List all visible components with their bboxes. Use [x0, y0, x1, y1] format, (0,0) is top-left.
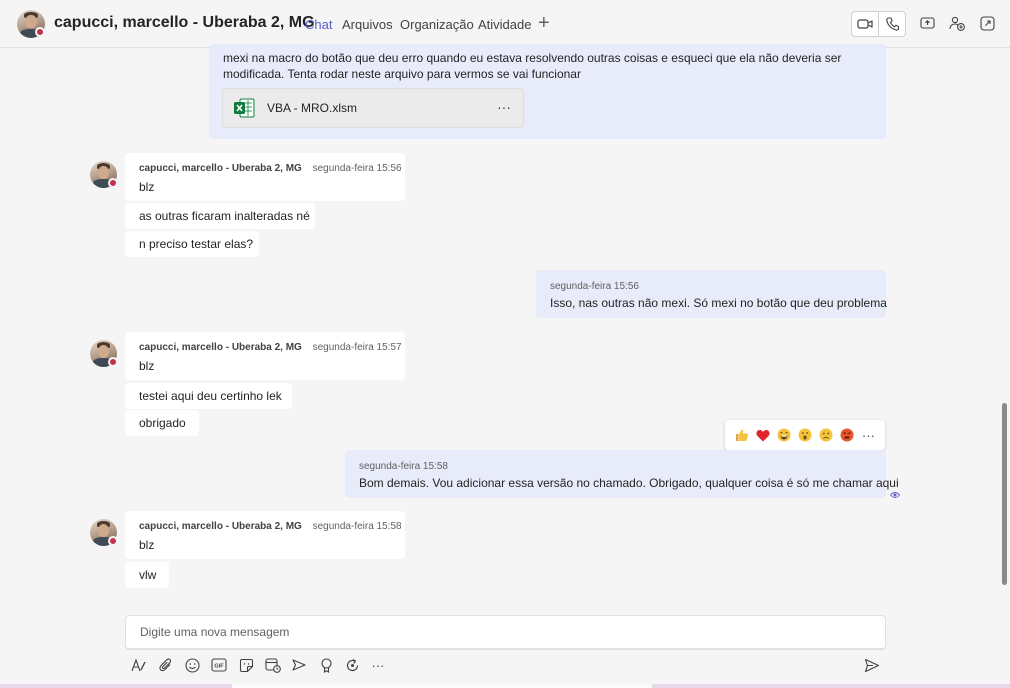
- presence-busy-icon: [35, 27, 45, 37]
- stream-icon[interactable]: [290, 656, 308, 674]
- message-text: blz: [139, 538, 155, 552]
- message-time: segunda-feira 15:57: [312, 342, 402, 353]
- message-text: obrigado: [139, 416, 186, 430]
- format-icon[interactable]: [130, 656, 148, 674]
- incoming-message[interactable]: capucci, marcello - Uberaba 2, MG segund…: [125, 511, 405, 559]
- more-options-icon[interactable]: ···: [860, 427, 876, 443]
- message-meta: capucci, marcello - Uberaba 2, MG segund…: [139, 163, 402, 174]
- outgoing-message[interactable]: segunda-feira 15:56 Isso, nas outras não…: [536, 270, 887, 318]
- loop-icon[interactable]: [343, 656, 361, 674]
- svg-text:GIF: GIF: [214, 664, 224, 670]
- message-text: Bom demais. Vou adicionar essa versão no…: [359, 476, 899, 490]
- presence-busy-icon: [108, 357, 118, 367]
- audio-call-icon[interactable]: [878, 12, 905, 36]
- gif-icon[interactable]: GIF: [210, 656, 228, 674]
- heart-icon[interactable]: [755, 427, 771, 443]
- surprised-icon[interactable]: [797, 427, 813, 443]
- sad-icon[interactable]: [818, 427, 834, 443]
- presence-busy-icon: [108, 536, 118, 546]
- tab-chat[interactable]: Chat: [305, 17, 332, 32]
- send-icon[interactable]: [863, 656, 881, 674]
- sender-name: capucci, marcello - Uberaba 2, MG: [139, 163, 302, 174]
- message-text: testei aqui deu certinho lek: [139, 389, 282, 403]
- share-screen-icon[interactable]: [918, 14, 936, 32]
- emoji-icon[interactable]: [183, 656, 201, 674]
- incoming-message[interactable]: capucci, marcello - Uberaba 2, MG segund…: [125, 332, 405, 380]
- incoming-message[interactable]: n preciso testar elas?: [125, 231, 259, 257]
- incoming-message[interactable]: testei aqui deu certinho lek: [125, 383, 292, 409]
- seen-eye-icon: [889, 486, 901, 498]
- tab-organizacao[interactable]: Organização: [400, 17, 474, 32]
- message-meta: capucci, marcello - Uberaba 2, MG segund…: [139, 342, 402, 353]
- message-text: modificada. Tenta rodar neste arquivo pa…: [223, 67, 581, 81]
- bottom-edge: [0, 684, 1010, 688]
- message-composer: [125, 615, 886, 650]
- plus-icon[interactable]: +: [538, 12, 550, 35]
- attach-icon[interactable]: [157, 656, 175, 674]
- message-text: vlw: [139, 568, 157, 582]
- call-button-group: [851, 11, 906, 37]
- message-text: as outras ficaram inalteradas né: [139, 209, 310, 223]
- video-call-icon[interactable]: [852, 12, 878, 36]
- file-attachment[interactable]: VBA - MRO.xlsm ···: [222, 88, 524, 128]
- praise-icon[interactable]: [317, 656, 335, 674]
- sender-name: capucci, marcello - Uberaba 2, MG: [139, 342, 302, 353]
- message-time: segunda-feira 15:58: [312, 521, 402, 532]
- file-name: VBA - MRO.xlsm: [267, 101, 358, 115]
- message-meta: capucci, marcello - Uberaba 2, MG segund…: [139, 521, 402, 532]
- pop-out-icon[interactable]: [978, 14, 996, 32]
- message-text: n preciso testar elas?: [139, 237, 254, 251]
- add-people-icon[interactable]: [948, 14, 966, 32]
- laugh-icon[interactable]: [776, 427, 792, 443]
- incoming-message[interactable]: capucci, marcello - Uberaba 2, MG segund…: [125, 153, 405, 201]
- sticker-icon[interactable]: [237, 656, 255, 674]
- message-time: segunda-feira 15:58: [359, 461, 448, 472]
- message-text: blz: [139, 180, 155, 194]
- reaction-bar: ···: [725, 420, 885, 450]
- message-text: mexi na macro do botão que deu erro quan…: [223, 51, 842, 65]
- tab-arquivos[interactable]: Arquivos: [342, 17, 393, 32]
- chat-header: capucci, marcello - Uberaba 2, MG Chat A…: [0, 0, 1010, 48]
- scrollbar-thumb[interactable]: [1002, 403, 1007, 585]
- contact-name[interactable]: capucci, marcello - Uberaba 2, MG: [54, 14, 315, 32]
- outgoing-message[interactable]: segunda-feira 15:58 Bom demais. Vou adic…: [345, 450, 899, 498]
- incoming-message[interactable]: obrigado: [125, 410, 199, 436]
- message-text: blz: [139, 359, 155, 373]
- incoming-message[interactable]: as outras ficaram inalteradas né: [125, 203, 315, 229]
- schedule-meeting-icon[interactable]: [264, 656, 282, 674]
- sender-name: capucci, marcello - Uberaba 2, MG: [139, 521, 302, 532]
- incoming-message[interactable]: vlw: [125, 562, 169, 588]
- message-input[interactable]: [126, 616, 885, 648]
- angry-icon[interactable]: [839, 427, 855, 443]
- message-text: Isso, nas outras não mexi. Só mexi no bo…: [550, 296, 887, 310]
- message-time: segunda-feira 15:56: [312, 163, 402, 174]
- like-icon[interactable]: [734, 427, 750, 443]
- presence-busy-icon: [108, 178, 118, 188]
- tab-atividade[interactable]: Atividade: [478, 17, 531, 32]
- more-apps-icon[interactable]: ···: [369, 656, 387, 674]
- file-more-options-icon[interactable]: ···: [497, 99, 511, 115]
- excel-file-icon: [233, 98, 255, 118]
- message-time: segunda-feira 15:56: [550, 281, 639, 292]
